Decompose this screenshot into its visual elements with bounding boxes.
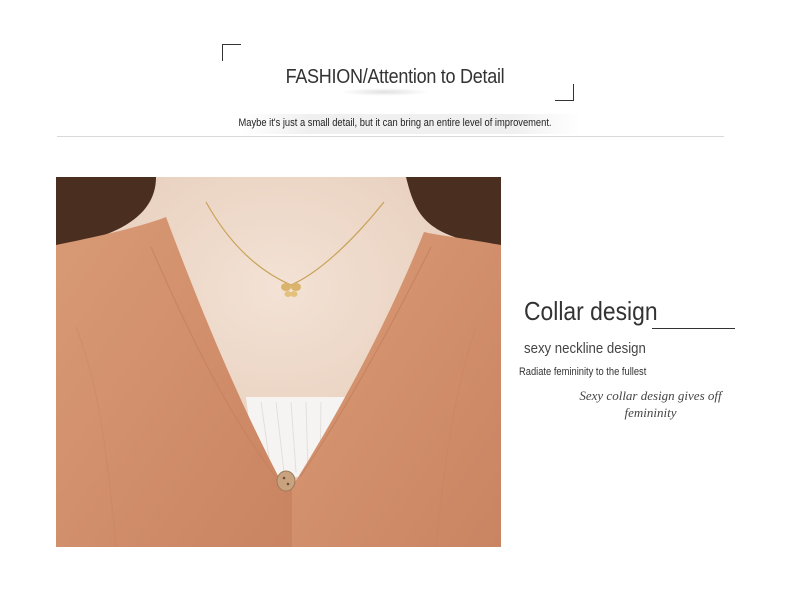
cardigan-button-icon <box>276 470 296 492</box>
feature-note: Radiate femininity to the fullest <box>519 366 647 378</box>
feature-subtitle: sexy neckline design <box>524 340 646 357</box>
title-shadow <box>340 88 430 96</box>
product-photo-collar <box>56 177 501 547</box>
header-divider <box>57 136 724 137</box>
feature-italic-caption: Sexy collar design gives off femininity <box>579 388 722 420</box>
feature-title: Collar design <box>524 296 658 326</box>
section-title: FASHION/Attention to Detail <box>285 66 505 88</box>
section-tagline: Maybe it's just a small detail, but it c… <box>238 117 552 129</box>
feature-title-underline <box>652 328 735 329</box>
corner-bracket-top-left <box>222 44 241 61</box>
